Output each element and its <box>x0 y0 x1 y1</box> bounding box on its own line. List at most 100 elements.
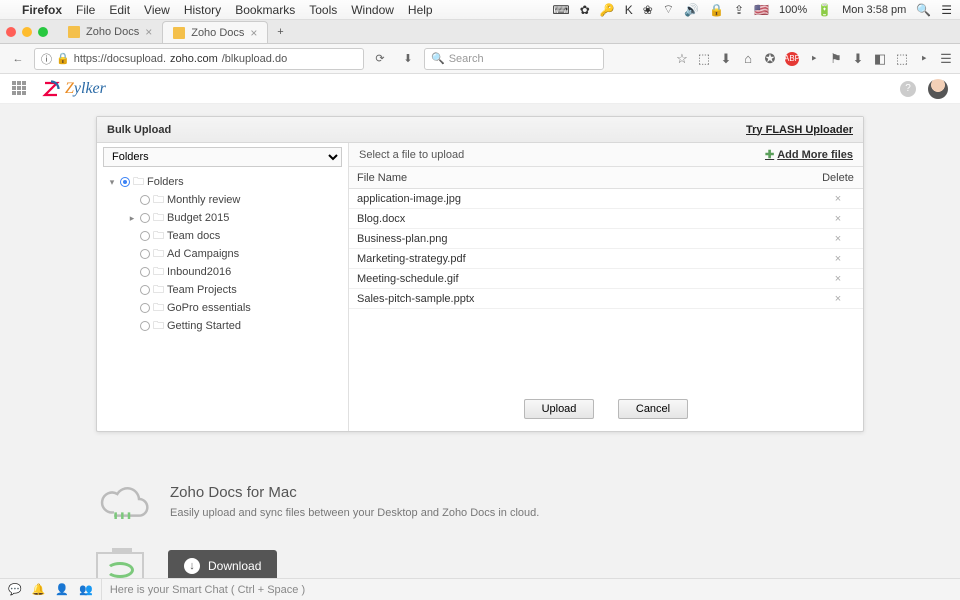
radio-icon[interactable] <box>140 303 150 313</box>
help-icon[interactable]: ? <box>900 81 916 97</box>
folders-select[interactable]: Folders <box>103 147 342 167</box>
tree-root[interactable]: ▾ 🗀 Folders <box>101 173 344 191</box>
home-icon[interactable]: ⌂ <box>740 51 756 67</box>
folder-icon: 🗀 <box>153 191 164 210</box>
contacts-icon[interactable]: 👥 <box>79 583 93 596</box>
expand-icon[interactable]: ▸ <box>127 213 137 224</box>
tree-item[interactable]: 🗀Team Projects <box>121 281 344 299</box>
table-row: Meeting-schedule.gif× <box>349 269 863 289</box>
tree-item[interactable]: 🗀Team docs <box>121 227 344 245</box>
menu-icon[interactable]: ☰ <box>941 3 952 17</box>
minimize-window-icon[interactable] <box>22 27 32 37</box>
radio-icon[interactable] <box>140 195 150 205</box>
delete-file-button[interactable]: × <box>813 273 863 285</box>
close-window-icon[interactable] <box>6 27 16 37</box>
hamburger-icon[interactable]: ☰ <box>938 51 954 67</box>
window-controls[interactable] <box>6 27 48 43</box>
collapse-icon[interactable]: ▾ <box>107 177 117 188</box>
favicon-icon <box>68 26 80 38</box>
menu-tools[interactable]: Tools <box>309 3 337 17</box>
delete-file-button[interactable]: × <box>813 193 863 205</box>
pocket-icon[interactable]: ⬚ <box>696 51 712 67</box>
radio-icon[interactable] <box>140 213 150 223</box>
upload-button[interactable]: Upload <box>524 399 594 419</box>
menu-help[interactable]: Help <box>408 3 433 17</box>
tree-item[interactable]: 🗀Inbound2016 <box>121 263 344 281</box>
delete-file-button[interactable]: × <box>813 253 863 265</box>
dialog-header: Bulk Upload Try FLASH Uploader <box>97 117 863 143</box>
reload-button[interactable]: ⟳ <box>368 48 392 70</box>
close-tab-icon[interactable]: × <box>250 26 257 40</box>
ext-icon[interactable]: ⬇ <box>850 51 866 67</box>
avatar[interactable] <box>928 79 948 99</box>
tree-item[interactable]: ▸🗀Budget 2015 <box>121 209 344 227</box>
table-row: Sales-pitch-sample.pptx× <box>349 289 863 309</box>
chat-hint[interactable]: Here is your Smart Chat ( Ctrl + Space ) <box>102 584 305 596</box>
star-icon[interactable]: ☆ <box>674 51 690 67</box>
download-arrow-icon: ↓ <box>184 558 200 574</box>
delete-file-button[interactable]: × <box>813 293 863 305</box>
radio-icon[interactable] <box>140 231 150 241</box>
browser-tab-strip: Zoho Docs × Zoho Docs × + <box>0 20 960 44</box>
menubar-app[interactable]: Firefox <box>22 3 62 17</box>
bookmark-icon[interactable]: ✪ <box>762 51 778 67</box>
flash-uploader-link[interactable]: Try FLASH Uploader <box>746 124 853 136</box>
ext-icon[interactable]: ‣ <box>806 51 822 67</box>
ext-icon[interactable]: ‣ <box>916 51 932 67</box>
browser-tab[interactable]: Zoho Docs × <box>162 21 268 43</box>
ext-icon[interactable]: ⚑ <box>828 51 844 67</box>
folders-panel: Folders ▾ 🗀 Folders 🗀Monthly review▸🗀Bud… <box>97 143 349 431</box>
ext-icon[interactable]: ◧ <box>872 51 888 67</box>
apps-menu-icon[interactable] <box>12 81 28 97</box>
tree-item[interactable]: 🗀Getting Started <box>121 317 344 335</box>
contact-icon[interactable]: 👤 <box>55 583 69 596</box>
lock-icon: 🔒 <box>709 3 724 17</box>
add-more-files-link[interactable]: ✚ Add More files <box>765 148 853 161</box>
chat-icon[interactable]: 💬 <box>8 583 22 596</box>
bulk-upload-dialog: Bulk Upload Try FLASH Uploader Folders ▾… <box>96 116 864 432</box>
menu-view[interactable]: View <box>144 3 170 17</box>
cancel-button[interactable]: Cancel <box>618 399 688 419</box>
ext-icon[interactable]: ⬚ <box>894 51 910 67</box>
search-icon: 🔍 <box>431 52 445 65</box>
downloads-button[interactable]: ⬇ <box>396 48 420 70</box>
app-header: ZZylkerylker ? <box>0 74 960 104</box>
tree-item[interactable]: 🗀Monthly review <box>121 191 344 209</box>
tree-item[interactable]: 🗀Ad Campaigns <box>121 245 344 263</box>
abp-icon[interactable]: ABP <box>784 51 800 67</box>
new-tab-button[interactable]: + <box>268 21 292 43</box>
search-box[interactable]: 🔍 Search <box>424 48 604 70</box>
brand[interactable]: ZZylkerylker <box>42 80 106 98</box>
table-row: Blog.docx× <box>349 209 863 229</box>
menu-file[interactable]: File <box>76 3 95 17</box>
status-icon: 🔑 <box>600 3 615 17</box>
tree-label: Team Projects <box>167 284 237 296</box>
radio-icon[interactable] <box>140 249 150 259</box>
radio-icon[interactable] <box>140 285 150 295</box>
menu-edit[interactable]: Edit <box>109 3 130 17</box>
menu-window[interactable]: Window <box>351 3 394 17</box>
col-delete: Delete <box>813 172 863 184</box>
zoom-window-icon[interactable] <box>38 27 48 37</box>
browser-tab[interactable]: Zoho Docs × <box>58 21 162 43</box>
download-icon[interactable]: ⬇ <box>718 51 734 67</box>
files-panel: Select a file to upload ✚ Add More files… <box>349 143 863 431</box>
menu-bookmarks[interactable]: Bookmarks <box>235 3 295 17</box>
url-field[interactable]: ⓘ 🔒 https://docsupload.zoho.com/blkuploa… <box>34 48 364 70</box>
delete-file-button[interactable]: × <box>813 233 863 245</box>
status-icon: ✿ <box>580 3 590 17</box>
spotlight-icon[interactable]: 🔍 <box>916 3 931 17</box>
radio-icon[interactable] <box>120 177 130 187</box>
bluetooth-icon: ⌔ <box>663 2 674 17</box>
back-button[interactable]: ← <box>6 48 30 70</box>
radio-icon[interactable] <box>140 321 150 331</box>
file-name: Meeting-schedule.gif <box>349 273 813 285</box>
tree-item[interactable]: 🗀GoPro essentials <box>121 299 344 317</box>
tree-label: Ad Campaigns <box>167 248 239 260</box>
status-icon: ❀ <box>643 3 653 17</box>
radio-icon[interactable] <box>140 267 150 277</box>
delete-file-button[interactable]: × <box>813 213 863 225</box>
bell-icon[interactable]: 🔔 <box>32 583 46 596</box>
close-tab-icon[interactable]: × <box>145 25 152 39</box>
menu-history[interactable]: History <box>184 3 221 17</box>
